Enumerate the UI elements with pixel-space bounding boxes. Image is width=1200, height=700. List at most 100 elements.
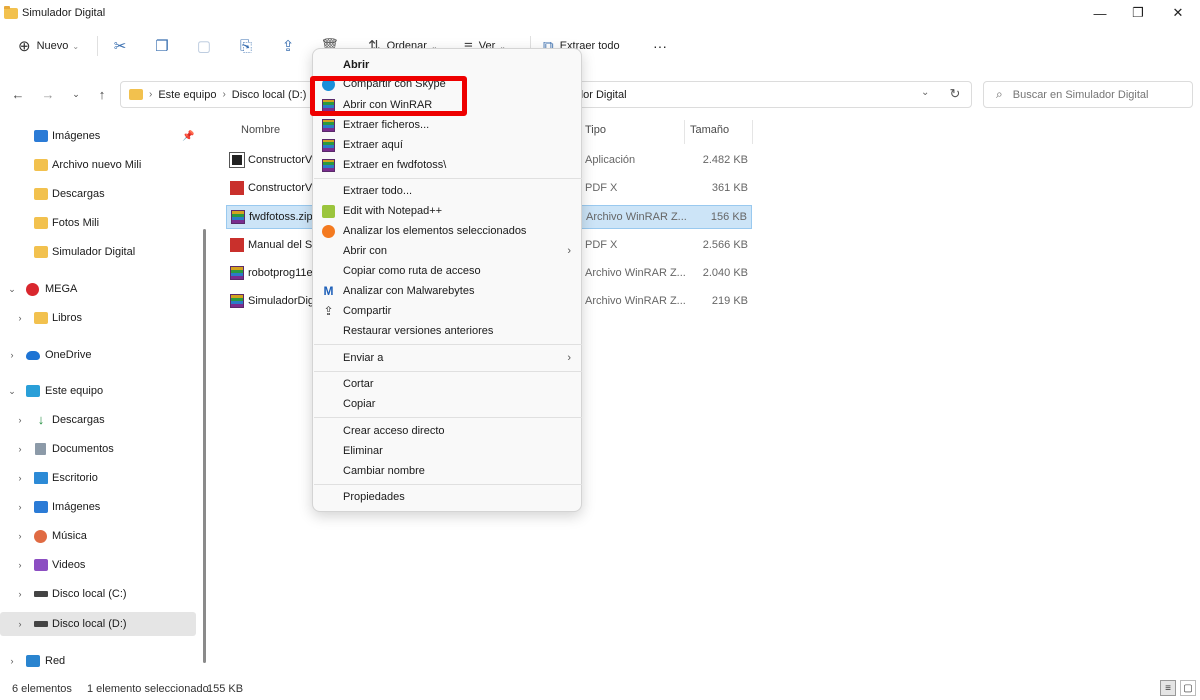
nav-item-libros[interactable]: › Libros xyxy=(0,306,196,330)
chevron-right-icon[interactable]: › xyxy=(14,560,26,570)
chevron-right-icon[interactable]: › xyxy=(14,313,26,323)
chevron-right-icon[interactable]: › xyxy=(14,473,26,483)
minimize-button[interactable]: — xyxy=(1080,0,1120,26)
menu-item-extract-to-folder[interactable]: Extraer en fwdfotoss\ xyxy=(317,155,579,175)
nav-item-red[interactable]: › Red xyxy=(0,649,196,673)
search-input[interactable] xyxy=(1012,88,1183,101)
folder-icon xyxy=(34,217,48,229)
nav-item-label: MEGA xyxy=(45,283,78,295)
column-divider[interactable] xyxy=(684,120,685,144)
forward-arrow-icon[interactable]: → xyxy=(38,84,58,104)
nav-item-label: Imágenes xyxy=(52,130,101,142)
menu-item-cut[interactable]: Cortar xyxy=(317,374,579,394)
nav-item-musica[interactable]: › Música xyxy=(0,524,196,548)
search-box[interactable]: ⌕ xyxy=(983,81,1193,108)
column-divider[interactable] xyxy=(752,120,753,144)
paste-icon[interactable]: ▢ xyxy=(190,34,218,58)
menu-item-scan-selected[interactable]: Analizar los elementos seleccionados xyxy=(317,221,579,241)
chevron-right-icon[interactable]: › xyxy=(14,589,26,599)
tiles-view-icon[interactable]: ▢ xyxy=(1180,680,1196,696)
breadcrumb-current-folder[interactable]: dor Digital xyxy=(577,89,627,101)
chevron-right-icon[interactable]: › xyxy=(14,531,26,541)
nav-item-descargas-quick[interactable]: Descargas xyxy=(0,182,196,206)
maximize-button[interactable]: ❐ xyxy=(1118,0,1158,26)
breadcrumb-this-pc[interactable]: Este equipo xyxy=(158,89,216,101)
navigation-scrollbar[interactable] xyxy=(203,229,206,663)
refresh-icon[interactable]: ↻ xyxy=(944,84,966,104)
nav-item-imagenes[interactable]: › Imágenes xyxy=(0,495,196,519)
nav-item-onedrive[interactable]: › OneDrive xyxy=(0,343,196,367)
close-button[interactable]: ✕ xyxy=(1158,0,1198,26)
column-header-size[interactable]: Tamaño xyxy=(690,124,729,136)
address-dropdown-chevron-icon[interactable]: ⌄ xyxy=(921,87,929,98)
menu-item-send-to[interactable]: Enviar a › xyxy=(317,348,579,368)
chevron-right-icon[interactable]: › xyxy=(14,502,26,512)
nav-item-este-equipo[interactable]: ⌄ Este equipo xyxy=(0,379,196,403)
chevron-right-icon[interactable]: › xyxy=(14,619,26,629)
menu-item-delete[interactable]: Eliminar xyxy=(317,441,579,461)
nav-item-disco-local-d[interactable]: › Disco local (D:) xyxy=(0,612,196,636)
title-bar: Simulador Digital xyxy=(0,0,1200,26)
chevron-right-icon[interactable]: › xyxy=(14,415,26,425)
menu-item-open[interactable]: Abrir xyxy=(317,55,579,75)
music-icon xyxy=(34,529,47,543)
menu-item-extract-all[interactable]: Extraer todo... xyxy=(317,181,579,201)
more-options-button[interactable]: ··· xyxy=(653,34,667,58)
menu-item-share[interactable]: ⇪ Compartir xyxy=(317,301,579,321)
chevron-right-icon[interactable]: › xyxy=(14,444,26,454)
copy-icon[interactable]: ❐ xyxy=(148,34,176,58)
menu-item-extract-here[interactable]: Extraer aquí xyxy=(317,135,579,155)
up-arrow-icon[interactable]: ↑ xyxy=(92,84,112,104)
document-icon xyxy=(35,443,46,455)
menu-item-restore-versions[interactable]: Restaurar versiones anteriores xyxy=(317,321,579,341)
file-type: Archivo WinRAR Z... xyxy=(585,267,686,279)
nav-item-videos[interactable]: › Videos xyxy=(0,553,196,577)
nav-item-descargas[interactable]: › ↓ Descargas xyxy=(0,408,196,432)
nav-item-label: Simulador Digital xyxy=(52,246,136,258)
nav-item-label: Libros xyxy=(52,312,82,324)
menu-separator xyxy=(314,178,582,179)
chevron-right-icon[interactable]: › xyxy=(6,656,18,666)
nav-item-archivo-nuevo-mili[interactable]: Archivo nuevo Mili xyxy=(0,153,196,177)
nav-item-label: Escritorio xyxy=(52,472,98,484)
chevron-down-icon[interactable]: ⌄ xyxy=(6,284,18,295)
nav-item-mega[interactable]: ⌄ MEGA xyxy=(0,277,196,301)
context-menu: Abrir Compartir con Skype Abrir con WinR… xyxy=(312,48,582,512)
nav-item-fotos-mili[interactable]: Fotos Mili xyxy=(0,211,196,235)
nav-item-disco-local-c[interactable]: › Disco local (C:) xyxy=(0,582,196,606)
menu-item-copy-as-path[interactable]: Copiar como ruta de acceso xyxy=(317,261,579,281)
rename-icon[interactable]: ⎘ xyxy=(232,34,260,58)
folder-icon xyxy=(34,188,48,200)
menu-item-rename[interactable]: Cambiar nombre xyxy=(317,461,579,481)
menu-item-label: Cambiar nombre xyxy=(343,465,425,477)
toolbar-divider xyxy=(97,36,98,56)
breadcrumb-local-disk-d[interactable]: Disco local (D:) xyxy=(232,89,307,101)
nav-item-imagenes-quick[interactable]: Imágenes 📌 xyxy=(0,124,196,148)
details-view-icon[interactable]: ≡ xyxy=(1160,680,1176,696)
file-type: PDF X xyxy=(585,182,618,194)
chevron-right-icon[interactable]: › xyxy=(6,350,18,360)
column-header-name[interactable]: Nombre xyxy=(241,124,280,136)
recent-locations-chevron-icon[interactable]: ⌄ xyxy=(66,84,86,104)
menu-item-label: Extraer en fwdfotoss\ xyxy=(343,159,447,171)
nav-item-escritorio[interactable]: › Escritorio xyxy=(0,466,196,490)
back-arrow-icon[interactable]: ← xyxy=(8,84,28,104)
new-button[interactable]: ⊕ Nuevo ⌄ xyxy=(18,34,79,58)
menu-item-copy[interactable]: Copiar xyxy=(317,394,579,414)
menu-item-share-skype[interactable]: Compartir con Skype xyxy=(317,75,579,93)
menu-item-extract-files[interactable]: Extraer ficheros... xyxy=(317,115,579,135)
winrar-icon xyxy=(322,158,335,172)
share-icon[interactable]: ⇪ xyxy=(274,34,302,58)
cut-icon[interactable]: ✂ xyxy=(106,34,134,58)
menu-item-properties[interactable]: Propiedades xyxy=(317,487,579,507)
menu-item-edit-notepadpp[interactable]: Edit with Notepad++ xyxy=(317,201,579,221)
menu-item-create-shortcut[interactable]: Crear acceso directo xyxy=(317,421,579,441)
nav-item-simulador-digital[interactable]: Simulador Digital xyxy=(0,240,196,264)
menu-item-scan-malwarebytes[interactable]: M Analizar con Malwarebytes xyxy=(317,281,579,301)
nav-item-documentos[interactable]: › Documentos xyxy=(0,437,196,461)
chevron-down-icon[interactable]: ⌄ xyxy=(6,386,18,397)
menu-item-open-with[interactable]: Abrir con › xyxy=(317,241,579,261)
column-header-type[interactable]: Tipo xyxy=(585,124,606,136)
download-icon: ↓ xyxy=(37,412,45,427)
menu-item-open-with-winrar[interactable]: Abrir con WinRAR xyxy=(317,95,579,115)
